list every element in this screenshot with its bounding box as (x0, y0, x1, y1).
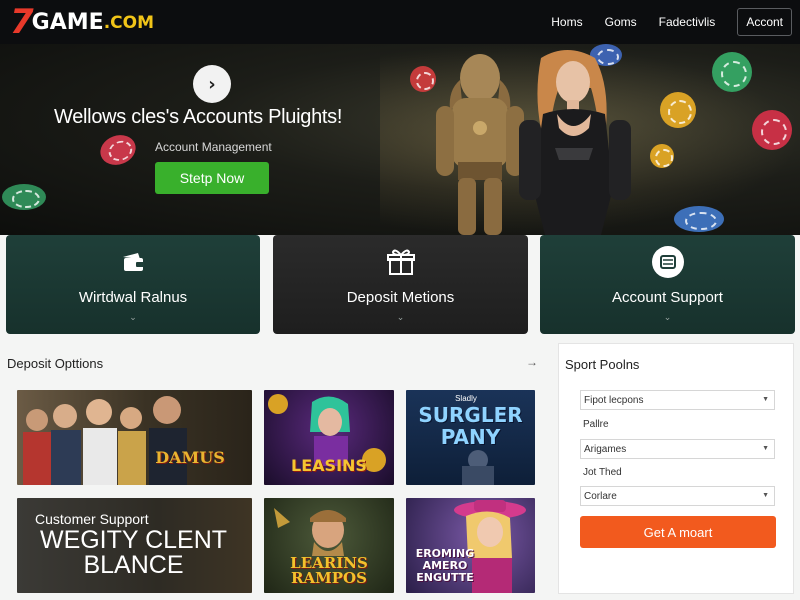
nav-home-link[interactable]: Homs (551, 15, 582, 29)
hero-title: Wellows cles's Accounts Pluights! (54, 106, 343, 128)
chevron-down-icon: ▼ (762, 445, 769, 452)
hero-banner: › Wellows cles's Accounts Pluights! Acco… (0, 44, 800, 235)
sidebar-title: Sport Poolns (565, 357, 640, 372)
tile-people-image (23, 396, 187, 485)
logo-seven: 7 (10, 2, 34, 42)
hero-cta-button[interactable]: Stetp Now (155, 162, 269, 194)
tile-caption: DAMUS (155, 448, 225, 467)
feature-card-deposit[interactable]: Deposit Metions ⌄ (273, 235, 528, 334)
select-value: Corlare (584, 490, 617, 502)
sidebar-submit-button[interactable]: Get A moart (580, 516, 776, 548)
chevron-down-icon: ⌄ (663, 312, 672, 322)
game-tile[interactable]: Customer Support WEGITY CLENT BLANCE (17, 498, 252, 593)
tile-caption-top: Customer Support (35, 511, 149, 527)
nav-favorites-link[interactable]: Fadectivlis (659, 15, 716, 29)
poker-chip-decoration (2, 184, 46, 210)
account-button[interactable]: Accont (737, 8, 792, 36)
tile-caption: WEGITY CLENT BLANCE (39, 526, 228, 579)
tile-caption: EROMING AMERO ENGUTTE (415, 547, 475, 584)
sidebar-field-label: Pallre (583, 419, 609, 430)
hero-subtitle: Account Management (155, 140, 272, 154)
top-header: 7 GAME .COM Homs Goms Fadectivlis Accont (0, 0, 800, 44)
sidebar-select-2[interactable]: Arigames ▼ (580, 439, 775, 459)
game-tile[interactable]: DAMUS (17, 390, 252, 485)
poker-chip-decoration (752, 110, 792, 150)
deposit-options-title: Deposit Opttions (7, 356, 104, 371)
nav-games-link[interactable]: Goms (605, 15, 637, 29)
tile-caption: SURGLER PANY (418, 403, 523, 449)
site-logo[interactable]: 7 GAME .COM (10, 2, 154, 42)
hero-play-button[interactable]: › (193, 65, 231, 103)
chevron-down-icon: ⌄ (129, 312, 137, 322)
sidebar-select-3[interactable]: Corlare ▼ (580, 486, 775, 506)
feature-card-label: Account Support (612, 289, 723, 306)
tile-caption: LEARINS RAMPOS (290, 554, 368, 587)
select-value: Arigames (584, 443, 627, 455)
poker-chip-decoration (96, 130, 140, 170)
feature-card-label: Wirtdwal Ralnus (78, 289, 188, 306)
main-nav: Homs Goms Fadectivlis Accont (551, 8, 792, 36)
chevron-down-icon: ▼ (762, 396, 769, 403)
heroine-character-image (519, 50, 631, 235)
feature-card-withdrawal[interactable]: Wirtdwal Ralnus ⌄ (6, 235, 260, 334)
poker-chip-decoration (650, 144, 674, 168)
poker-chip-decoration (660, 92, 696, 128)
chevron-down-icon: ⌄ (396, 312, 405, 322)
game-tile[interactable]: LEARINS RAMPOS (264, 498, 394, 593)
wallet-icon (116, 245, 150, 279)
sidebar-select-1[interactable]: Fipot lecpons ▼ (580, 390, 775, 410)
tile-caption-top: Sladly (455, 394, 477, 403)
gift-icon (384, 245, 418, 279)
select-value: Fipot lecpons (584, 394, 644, 406)
feature-card-label: Deposit Metions (346, 289, 455, 306)
feature-card-support[interactable]: Account Support ⌄ (540, 235, 795, 334)
poker-chip-decoration (674, 206, 724, 232)
tile-caption: LEASINS (291, 456, 367, 475)
poker-chip-decoration (712, 52, 752, 92)
chevron-down-icon: ▼ (762, 492, 769, 499)
sidebar-field-label: Jot Thed (583, 467, 622, 478)
game-tile[interactable]: LEASINS (264, 390, 394, 485)
arrow-right-icon[interactable]: → (526, 355, 538, 369)
chevron-right-icon: › (208, 73, 216, 95)
logo-com: .COM (103, 13, 154, 33)
sidebar-panel: Sport Poolns Fipot lecpons ▼ Pallre Arig… (558, 343, 794, 594)
game-tile[interactable]: Sladly SURGLER PANY (406, 390, 535, 485)
logo-game: GAME (31, 9, 104, 35)
support-icon (651, 245, 685, 279)
game-tile[interactable]: EROMING AMERO ENGUTTE (406, 498, 535, 593)
